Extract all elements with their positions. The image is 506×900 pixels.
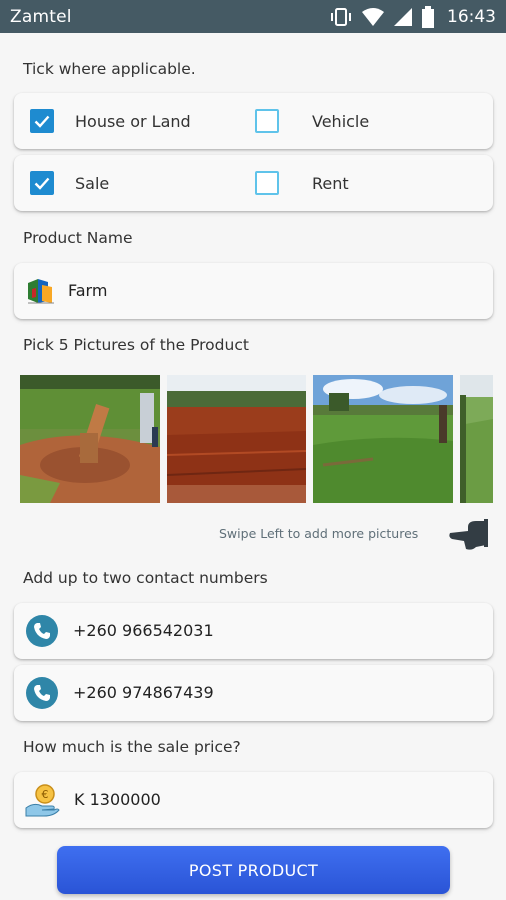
option-sale[interactable]: Sale: [30, 155, 109, 211]
vehicle-label: Vehicle: [312, 111, 370, 131]
sale-checkbox[interactable]: [30, 171, 54, 195]
price-label: How much is the sale price?: [23, 738, 241, 756]
swipe-hand-icon: [449, 519, 488, 550]
price-field[interactable]: € K 1300000: [14, 772, 493, 828]
product-name-value: Farm: [68, 281, 108, 300]
contact-number-field-1[interactable]: +260 966542031: [14, 603, 493, 659]
contacts-label: Add up to two contact numbers: [23, 569, 268, 587]
money-hand-icon: €: [25, 784, 60, 817]
product-name-field[interactable]: Farm: [14, 263, 493, 319]
rent-checkbox[interactable]: [255, 171, 279, 195]
check-icon: [34, 115, 50, 128]
wifi-icon: [362, 7, 384, 26]
house-or-land-label: House or Land: [75, 111, 191, 131]
picture-gallery[interactable]: [20, 375, 493, 503]
product-picture-2[interactable]: [167, 375, 306, 503]
svg-text:€: €: [42, 788, 49, 801]
tick-label: Tick where applicable.: [23, 60, 196, 78]
signal-icon: [394, 7, 412, 26]
post-product-button[interactable]: POST PRODUCT: [57, 846, 450, 894]
phone-icon: [26, 677, 58, 709]
battery-icon: [422, 5, 434, 28]
vehicle-checkbox[interactable]: [255, 109, 279, 133]
product-picture-1[interactable]: [20, 375, 160, 503]
swipe-hint: Swipe Left to add more pictures: [219, 526, 419, 541]
status-icons: 16:43: [329, 5, 496, 28]
rent-label: Rent: [312, 173, 349, 193]
contact-number-1: +260 966542031: [73, 621, 214, 640]
product-picture-3[interactable]: [313, 375, 453, 503]
house-or-land-checkbox[interactable]: [30, 109, 54, 133]
product-name-label: Product Name: [23, 229, 133, 247]
product-picture-4[interactable]: [460, 375, 493, 503]
carrier-name: Zamtel: [10, 6, 72, 27]
product-box-icon: [28, 279, 54, 304]
option-vehicle[interactable]: Vehicle: [255, 93, 369, 149]
vibrate-icon: [331, 7, 351, 26]
option-rent[interactable]: Rent: [255, 155, 349, 211]
status-bar: Zamtel 16:43: [0, 0, 506, 33]
contact-number-field-2[interactable]: +260 974867439: [14, 665, 493, 721]
sale-label: Sale: [75, 173, 110, 193]
option-house-or-land[interactable]: House or Land: [30, 93, 191, 149]
pictures-label: Pick 5 Pictures of the Product: [23, 336, 249, 354]
contact-number-2: +260 974867439: [73, 683, 214, 702]
listing-type-row: Sale Rent: [14, 155, 493, 211]
phone-icon: [26, 615, 58, 647]
property-type-row: House or Land Vehicle: [14, 93, 493, 149]
price-value: K 1300000: [74, 790, 161, 809]
check-icon: [34, 177, 50, 190]
clock: 16:43: [447, 6, 496, 27]
